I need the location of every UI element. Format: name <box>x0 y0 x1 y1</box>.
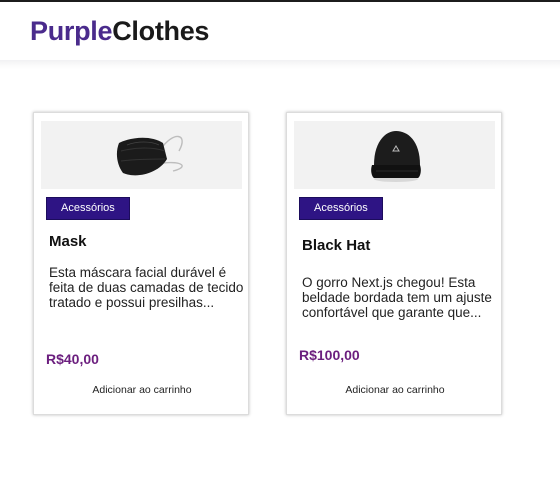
product-card-mask[interactable]: Acessórios Mask Esta máscara facial durá… <box>33 112 249 415</box>
product-card-black-hat[interactable]: Acessórios Black Hat O gorro Next.js che… <box>286 112 502 415</box>
brand-logo-part2: Clothes <box>112 16 210 46</box>
brand-logo-part1: Purple <box>30 16 113 46</box>
product-price: R$40,00 <box>46 351 99 367</box>
category-badge[interactable]: Acessórios <box>46 197 130 220</box>
beanie-hat-icon <box>371 131 421 182</box>
product-image-mask[interactable] <box>41 121 242 189</box>
add-to-cart-button[interactable]: Adicionar ao carrinho <box>34 384 250 396</box>
product-image-black-hat[interactable] <box>294 121 495 189</box>
face-mask-icon <box>116 135 183 176</box>
product-description: O gorro Next.js chegou! Esta beldade bor… <box>302 275 492 320</box>
brand-logo[interactable]: PurpleClothes <box>30 16 209 47</box>
site-header: PurpleClothes <box>0 2 560 60</box>
product-title[interactable]: Black Hat <box>302 237 370 254</box>
header-divider <box>0 60 560 70</box>
add-to-cart-button[interactable]: Adicionar ao carrinho <box>287 384 503 396</box>
product-description: Esta máscara facial durável é feita de d… <box>49 265 244 310</box>
product-title[interactable]: Mask <box>49 233 87 250</box>
product-price: R$100,00 <box>299 347 360 363</box>
category-badge[interactable]: Acessórios <box>299 197 383 220</box>
